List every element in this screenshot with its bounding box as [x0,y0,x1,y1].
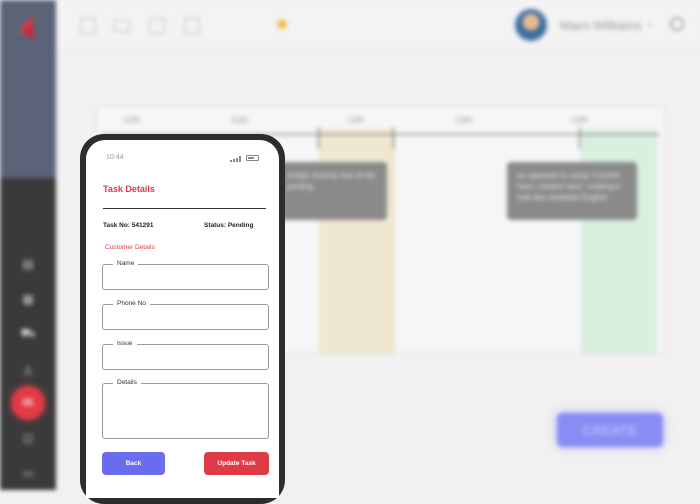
issue-label: Issue [113,340,137,347]
avatar[interactable] [514,8,548,42]
phone-input[interactable] [103,305,268,329]
contacts-icon[interactable] [149,18,165,34]
issue-input[interactable] [103,345,268,369]
tick-label: 10th [123,115,141,125]
name-label: Name [113,260,139,267]
issue-field[interactable]: Issue [102,340,269,370]
create-button[interactable]: CREATE [557,413,663,447]
details-label: Details [113,379,141,386]
name-field[interactable]: Name [102,260,269,290]
calendar-icon[interactable]: ▦ [20,292,36,306]
page-title: Task Details [103,184,155,194]
signal-icon [230,156,241,162]
timeline-tooltip: simply dummy text of the printing [277,162,387,220]
tick-label: 14th [571,115,589,125]
timeline-marker [318,127,319,149]
details-textarea[interactable] [103,384,268,438]
checkbox-icon[interactable] [184,18,200,34]
checklist-icon[interactable]: ☑ [20,432,36,446]
user-name[interactable]: Marri Williams [560,18,642,33]
phone-field[interactable]: Phone No [102,300,269,330]
details-field[interactable]: Details [102,379,269,439]
star-icon[interactable]: ★ [274,14,290,35]
mail-icon[interactable] [114,20,130,32]
timeline-marker [393,127,394,149]
tick-label: 13th [455,115,473,125]
divider [103,208,266,209]
timeline-ruler: 10th 11th 12th 13th 14th [103,113,659,135]
phone-label: Phone No [113,300,150,307]
sidebar: ▤ ▦ ⛟ ◬ ✉ ☑ ▭ [0,0,56,490]
chevron-down-icon[interactable]: ⌄ [646,18,654,29]
folder-icon[interactable]: ▭ [20,466,36,480]
task-number: Task No: 541291 [103,222,154,229]
timeline-tooltip: as opposed to using 'Content here, conte… [507,162,637,220]
phone-screen: 10:44 Task Details Task No: 541291 Statu… [86,140,279,498]
graduation-icon[interactable]: ◬ [20,362,36,376]
timeline-marker [579,127,580,149]
section-heading: Customer Details [105,244,155,251]
status-time: 10:44 [106,154,124,161]
update-task-button[interactable]: Update Task [204,452,269,475]
back-button[interactable]: Back [102,452,165,475]
dashboard-icon[interactable]: ▤ [20,257,36,271]
cart-icon[interactable]: ⛟ [20,326,36,341]
top-bar: ★ Marri Williams ⌄ [56,0,700,52]
status-bar: 10:44 [86,154,279,166]
mail-icon[interactable]: ✉ [11,386,45,420]
logo-icon [20,16,36,40]
search-icon[interactable] [670,17,684,31]
tick-label: 11th [231,115,248,125]
tick-label: 12th [347,115,365,125]
phone-frame: 10:44 Task Details Task No: 541291 Statu… [80,134,285,504]
calendar-icon[interactable] [80,18,96,34]
status-badge: Status: Pending [204,222,254,229]
name-input[interactable] [103,265,268,289]
battery-icon [246,155,259,161]
